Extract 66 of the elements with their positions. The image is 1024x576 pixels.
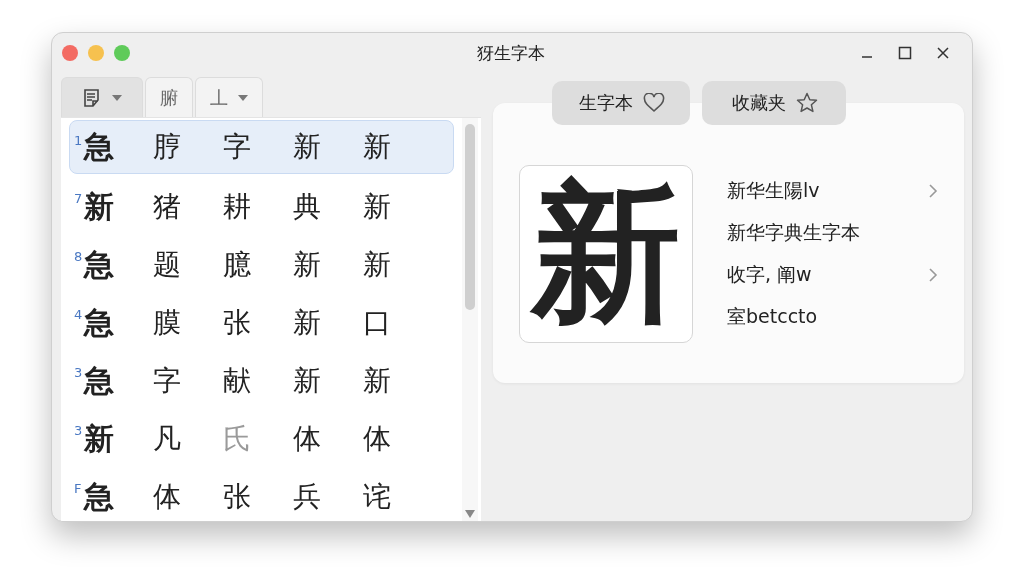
character-cell[interactable]: 臆 — [202, 246, 272, 284]
action-button[interactable]: 生字本 — [551, 81, 690, 125]
character-cell[interactable]: 张 — [202, 304, 272, 342]
caret-icon — [112, 94, 122, 101]
tab[interactable]: 腑 — [145, 77, 193, 117]
scroll-down-icon[interactable] — [465, 510, 475, 518]
character-cell[interactable]: 新 — [84, 186, 124, 228]
character-cell[interactable]: 急 — [84, 244, 124, 286]
character-cell[interactable]: 猪 — [132, 188, 202, 226]
row-number: 4 — [74, 307, 83, 322]
action-button[interactable]: 收藏夹 — [701, 81, 846, 125]
character-cell[interactable]: 新 — [342, 188, 412, 226]
character-cell[interactable]: 字 — [202, 128, 272, 166]
character-cell[interactable]: 典 — [272, 188, 342, 226]
character-cell[interactable]: 急 — [84, 126, 124, 168]
entry-text[interactable]: 收字, 阐w — [727, 262, 812, 288]
row-number: F — [74, 481, 83, 496]
character-cell[interactable]: 耕 — [202, 188, 272, 226]
close-icon[interactable] — [936, 46, 950, 60]
minimize-button[interactable] — [88, 45, 104, 61]
star-icon — [795, 92, 818, 114]
row-number: 3 — [74, 365, 83, 380]
character-cell[interactable]: 急 — [84, 360, 124, 402]
character-cell[interactable]: 新 — [272, 304, 342, 342]
tab[interactable] — [61, 77, 143, 117]
entry-text: 新华字典生字本 — [727, 220, 860, 245]
character-cell[interactable]: 新 — [342, 246, 412, 284]
row-number: 8 — [74, 249, 83, 264]
character-cell[interactable]: 兵 — [272, 478, 342, 516]
character-cell[interactable]: 新 — [84, 418, 124, 460]
heart-icon — [642, 93, 665, 113]
row-number: 3 — [74, 423, 84, 438]
character-cell[interactable]: 新 — [272, 362, 342, 400]
entry-text[interactable]: 新华生陽lv — [727, 178, 820, 204]
chevron-right-icon[interactable] — [928, 183, 938, 199]
entry-text: 室betccto — [727, 304, 818, 329]
row-number: 1 — [74, 133, 83, 148]
character-cell[interactable]: 张 — [202, 478, 272, 516]
character-cell[interactable]: 膜 — [132, 304, 202, 342]
character-cell[interactable]: 字 — [132, 362, 202, 400]
character-cell[interactable]: 诧 — [342, 478, 412, 516]
tab[interactable]: 丄 — [195, 77, 263, 117]
scrollbar-thumb[interactable] — [465, 124, 475, 310]
character-cell[interactable]: 体 — [132, 478, 202, 516]
character-cell[interactable]: 急 — [84, 302, 124, 344]
character-cell[interactable]: 急 — [84, 476, 124, 518]
character-cell[interactable]: 新 — [342, 128, 412, 166]
character-cell[interactable]: 凡 — [132, 420, 202, 458]
caret-icon — [238, 94, 248, 101]
row-number: 7 — [74, 191, 84, 206]
window-title: 犽生字本 — [476, 41, 546, 65]
character-cell[interactable]: 新 — [272, 128, 342, 166]
character-cell[interactable]: 新 — [272, 246, 342, 284]
character-preview: 新 — [519, 165, 693, 343]
zoom-button[interactable] — [114, 45, 130, 61]
character-cell[interactable]: 题 — [132, 246, 202, 284]
document-icon — [82, 87, 102, 108]
close-button[interactable] — [62, 45, 78, 61]
character-cell[interactable]: 献 — [202, 362, 272, 400]
character-cell[interactable]: 体 — [342, 420, 412, 458]
character-cell[interactable]: 口 — [342, 304, 412, 342]
chevron-right-icon[interactable] — [928, 267, 938, 283]
maximize-icon[interactable] — [898, 46, 912, 60]
character-cell[interactable]: 脝 — [132, 128, 202, 166]
character-cell[interactable]: 新 — [342, 362, 412, 400]
character-cell[interactable]: 体 — [272, 420, 342, 458]
